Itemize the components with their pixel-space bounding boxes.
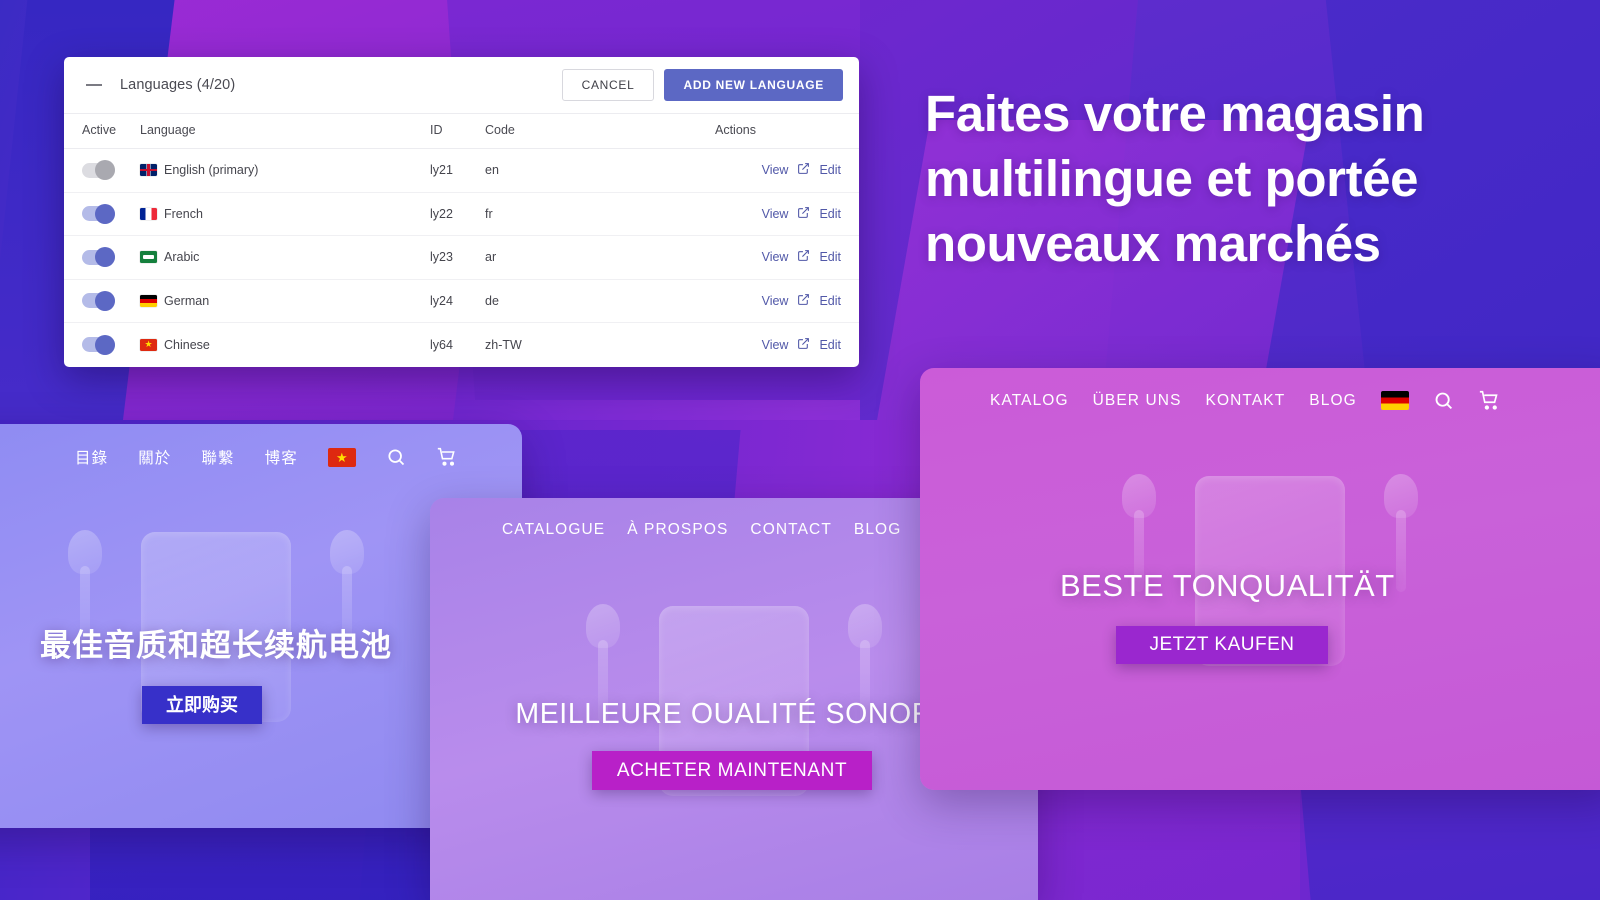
flag-gb-icon xyxy=(140,164,157,177)
table-body: English (primary) ly21 en View Edit French ly2… xyxy=(64,148,859,367)
language-name: English (primary) xyxy=(164,163,259,178)
search-icon[interactable] xyxy=(1433,390,1454,411)
language-name: German xyxy=(164,293,210,308)
view-link[interactable]: View xyxy=(762,294,789,308)
flag-de-icon xyxy=(140,294,157,307)
nav-item-about[interactable]: 關於 xyxy=(138,446,171,468)
cta-button-french[interactable]: ACHETER MAINTENANT xyxy=(592,751,872,790)
language-name: Chinese xyxy=(164,337,210,352)
storefront-card-german: KATALOG ÜBER UNS KONTAKT BLOG BESTE TONQ… xyxy=(920,368,1600,790)
flag-sa-icon xyxy=(140,251,157,264)
table-row: Chinese ly64 zh-TW View Edit xyxy=(64,323,859,367)
nav-item-blog[interactable]: BLOG xyxy=(854,521,901,539)
table-header: Active Language ID Code Actions xyxy=(64,113,859,149)
table-row: Arabic ly23 ar View Edit xyxy=(64,235,859,280)
language-code: zh-TW xyxy=(485,337,522,352)
flag-cn-icon xyxy=(140,338,157,351)
column-header-id: ID xyxy=(430,113,485,149)
nav-german: KATALOG ÜBER UNS KONTAKT BLOG xyxy=(920,368,1600,411)
column-header-code: Code xyxy=(485,113,715,149)
languages-dialog: Languages (4/20) CANCEL ADD NEW LANGUAGE… xyxy=(64,57,859,367)
nav-item-blog[interactable]: 博客 xyxy=(265,446,298,468)
earbud-left xyxy=(1122,474,1156,592)
earbud-right xyxy=(1384,474,1418,592)
edit-link[interactable]: Edit xyxy=(819,294,841,308)
page-headline: Faites votre magasin multilingue et port… xyxy=(925,85,1425,272)
dialog-action-buttons: CANCEL ADD NEW LANGUAGE xyxy=(561,69,843,101)
column-header-actions: Actions xyxy=(715,113,859,149)
cancel-button[interactable]: CANCEL xyxy=(561,69,655,101)
language-name: Arabic xyxy=(164,250,200,265)
germany-flag-icon[interactable] xyxy=(1380,391,1409,410)
active-toggle[interactable] xyxy=(82,290,115,311)
language-code: de xyxy=(485,293,499,308)
earbuds-illustration xyxy=(920,428,1600,790)
nav-item-catalog[interactable]: 目錄 xyxy=(75,446,108,468)
language-name: French xyxy=(164,206,203,221)
cta-button-german[interactable]: JETZT KAUFEN xyxy=(1116,626,1328,664)
search-icon[interactable] xyxy=(386,447,406,467)
language-code: en xyxy=(485,163,499,178)
nav-item-catalogue[interactable]: CATALOGUE xyxy=(502,521,605,539)
add-new-language-button[interactable]: ADD NEW LANGUAGE xyxy=(664,69,843,101)
dialog-header: Languages (4/20) CANCEL ADD NEW LANGUAGE xyxy=(64,57,859,113)
edit-link[interactable]: Edit xyxy=(819,163,841,177)
hong-kong-flag-icon[interactable] xyxy=(327,447,356,467)
language-id: ly24 xyxy=(430,293,453,308)
cta-button-chinese[interactable]: 立即购买 xyxy=(142,686,262,724)
view-link[interactable]: View xyxy=(762,338,789,352)
edit-link[interactable]: Edit xyxy=(819,338,841,352)
external-link-icon[interactable] xyxy=(797,337,810,353)
language-id: ly21 xyxy=(430,163,453,178)
earbud-left xyxy=(68,530,102,648)
earbud-left xyxy=(586,604,620,722)
edit-link[interactable]: Edit xyxy=(819,250,841,264)
nav-item-blog[interactable]: BLOG xyxy=(1309,392,1356,410)
language-code: fr xyxy=(485,206,493,221)
cart-icon[interactable] xyxy=(436,447,458,467)
external-link-icon[interactable] xyxy=(797,293,810,309)
active-toggle[interactable] xyxy=(82,160,115,181)
language-id: ly64 xyxy=(430,337,453,352)
language-code: ar xyxy=(485,250,497,265)
external-link-icon[interactable] xyxy=(797,249,810,265)
edit-link[interactable]: Edit xyxy=(819,207,841,221)
active-toggle[interactable] xyxy=(82,247,115,268)
active-toggle[interactable] xyxy=(82,203,115,224)
earbud-right xyxy=(330,530,364,648)
table-row: French ly22 fr View Edit xyxy=(64,192,859,236)
nav-item-contact[interactable]: 聯繫 xyxy=(201,446,234,468)
minimize-dash-icon[interactable] xyxy=(86,84,102,86)
cart-icon[interactable] xyxy=(1478,390,1501,411)
external-link-icon[interactable] xyxy=(797,162,810,178)
nav-chinese: 目錄 關於 聯繫 博客 xyxy=(0,424,522,468)
language-id: ly22 xyxy=(430,206,453,221)
view-link[interactable]: View xyxy=(762,250,789,264)
table-row: English (primary) ly21 en View Edit xyxy=(64,148,859,193)
hero-title-german: BESTE TONQUALITÄT xyxy=(1060,568,1395,603)
external-link-icon[interactable] xyxy=(797,206,810,222)
view-link[interactable]: View xyxy=(762,207,789,221)
languages-table: Active Language ID Code Actions English … xyxy=(64,113,859,366)
earbud-right xyxy=(848,604,882,722)
nav-item-about[interactable]: ÜBER UNS xyxy=(1093,392,1182,410)
view-link[interactable]: View xyxy=(762,163,789,177)
nav-item-katalog[interactable]: KATALOG xyxy=(990,392,1069,410)
active-toggle[interactable] xyxy=(82,334,115,355)
dialog-title: Languages (4/20) xyxy=(120,77,236,93)
column-header-active: Active xyxy=(64,113,140,149)
nav-item-about[interactable]: À PROSPOS xyxy=(627,521,728,539)
column-header-language: Language xyxy=(140,113,430,149)
flag-fr-icon xyxy=(140,207,157,220)
table-row: German ly24 de View Edit xyxy=(64,279,859,323)
language-id: ly23 xyxy=(430,250,453,265)
nav-item-contact[interactable]: CONTACT xyxy=(750,521,831,539)
nav-item-kontakt[interactable]: KONTAKT xyxy=(1206,392,1286,410)
